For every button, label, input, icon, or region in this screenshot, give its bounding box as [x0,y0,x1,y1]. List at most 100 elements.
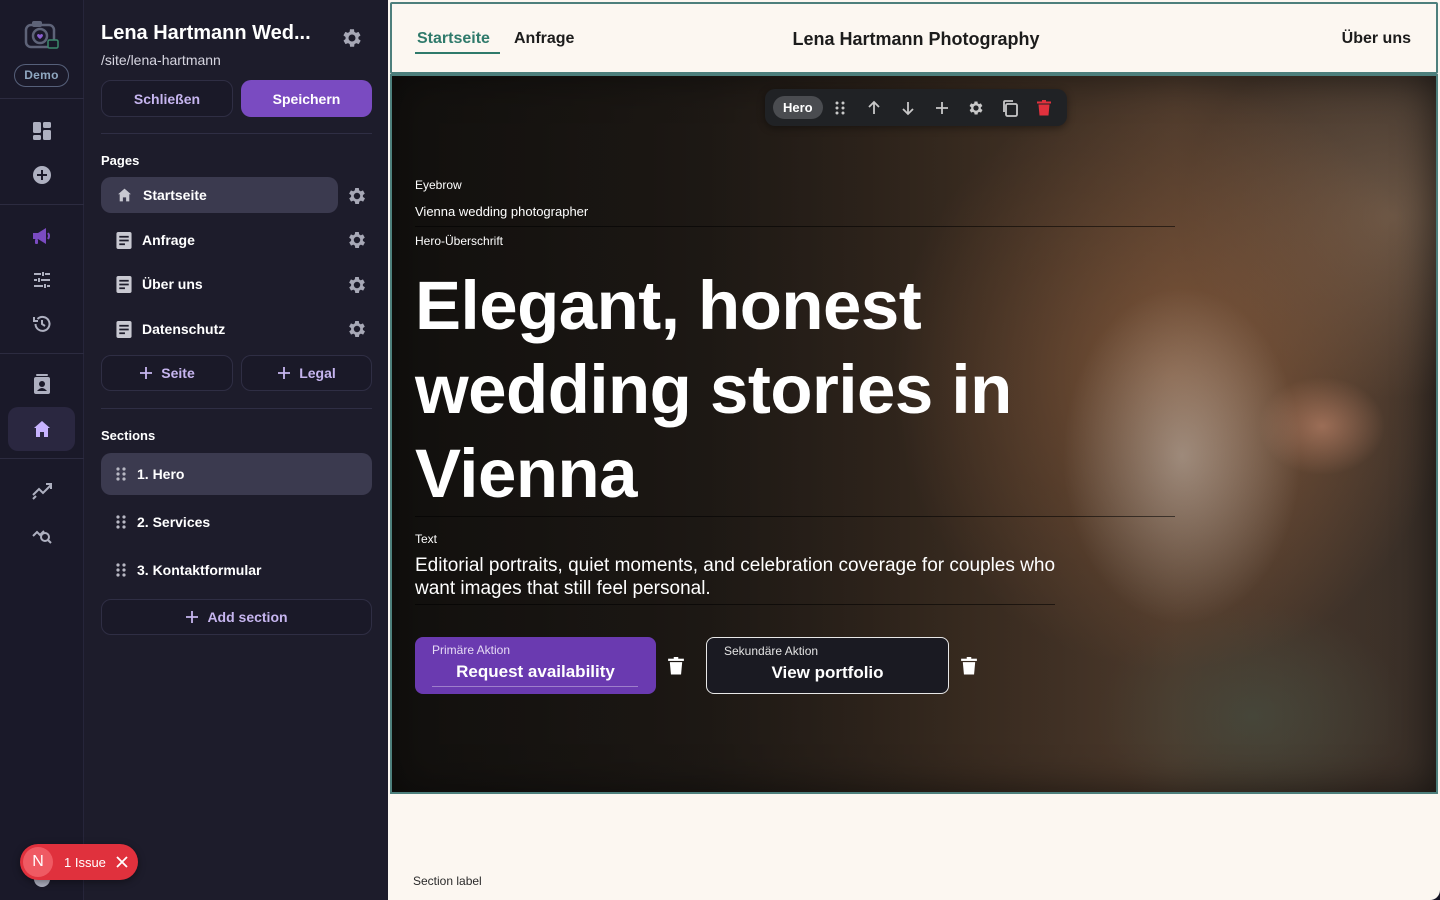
rail-divider [0,353,84,354]
app-rail: Demo [0,0,84,900]
contact-card-icon [34,374,50,394]
drag-handle-icon[interactable] [115,514,127,530]
page-item-ueber-uns[interactable]: Über uns [101,266,338,302]
rail-seo[interactable] [27,519,57,549]
rail-marketing[interactable] [27,221,57,251]
section-toolbar: Hero [765,89,1067,126]
rail-analytics[interactable] [27,475,57,505]
save-button[interactable]: Speichern [241,80,372,117]
history-icon [33,315,51,332]
nav-link-ueber-uns[interactable]: Über uns [1342,30,1411,48]
move-down-button[interactable] [891,89,925,126]
duplicate-section-button[interactable] [993,89,1027,126]
primary-cta-field-label: Primäre Aktion [432,643,511,657]
page-item-label: Datenschutz [142,321,226,337]
sidebar-divider [101,133,372,134]
hero-section[interactable]: Hero Eyebrow Vienna wedding photographer… [390,74,1438,794]
delete-section-button[interactable] [1027,89,1061,126]
add-legal-label: Legal [299,365,336,381]
issue-count: 1 Issue [64,854,106,870]
primary-cta-label[interactable]: Request availability [415,662,656,682]
add-block-button[interactable] [925,89,959,126]
pages-heading: Pages [101,153,140,168]
document-icon [116,231,132,249]
rail-divider [0,204,84,205]
page-settings-gear-icon[interactable] [346,274,368,296]
section-item-label: 2. Services [137,514,211,530]
section-item-label: 1. Hero [137,466,185,482]
headline-field-label: Hero-Überschrift [415,234,504,248]
add-circle-icon [33,166,51,184]
page-settings-gear-icon[interactable] [346,185,368,207]
trash-icon[interactable] [668,657,684,675]
brand-name[interactable]: Lena Hartmann Photography [392,29,1440,50]
plus-icon [140,367,153,379]
section-item-label: 3. Kontaktformular [137,562,262,578]
editor-sidebar: Lena Hartmann Wed... /site/lena-hartmann… [84,0,388,900]
rail-add[interactable] [27,160,57,190]
move-up-button[interactable] [857,89,891,126]
hero-body-text[interactable]: Editorial portraits, quiet moments, and … [415,554,1075,600]
plus-icon [935,101,948,114]
home-icon [118,188,131,202]
add-page-label: Seite [161,365,195,381]
secondary-cta-field-label: Sekundäre Aktion [724,644,819,658]
trash-icon[interactable] [961,657,977,675]
issue-avatar: N [23,847,53,877]
drag-handle-icon[interactable] [115,562,127,578]
secondary-cta-label[interactable]: View portfolio [707,663,948,683]
rail-dashboard[interactable] [27,116,57,146]
rail-history[interactable] [27,309,57,339]
rail-settings-sliders[interactable] [27,265,57,295]
plus-icon [278,367,291,379]
section-type-badge: Hero [773,96,823,119]
page-item-label: Anfrage [142,232,195,248]
add-section-button[interactable]: Add section [101,599,372,635]
eyebrow-field-label: Eyebrow [415,178,462,192]
arrow-down-icon [901,101,914,115]
gear-icon [969,100,983,115]
preview-navbar[interactable]: Startseite Anfrage Lena Hartmann Photogr… [390,2,1438,74]
secondary-cta-button[interactable]: Sekundäre Aktion View portfolio [706,637,949,694]
megaphone-icon [33,228,50,244]
plus-icon [186,611,199,623]
add-page-button[interactable]: Seite [101,355,233,391]
drag-section-button[interactable] [823,89,857,126]
rail-contacts[interactable] [27,370,57,400]
page-item-label: Über uns [142,276,203,292]
primary-cta-button[interactable]: Primäre Aktion Request availability [415,637,656,694]
field-divider [415,604,1055,605]
trash-icon [1036,99,1051,115]
issue-indicator[interactable]: N 1 Issue [20,844,138,880]
close-icon[interactable] [115,855,129,869]
page-item-anfrage[interactable]: Anfrage [101,222,338,258]
demo-badge: Demo [14,64,69,87]
camera-logo-icon[interactable] [22,18,60,52]
add-legal-page-button[interactable]: Legal [241,355,372,391]
drag-handle-icon [835,101,845,114]
document-icon [116,320,132,338]
section-item-hero[interactable]: 1. Hero [101,453,372,495]
search-analytics-icon [32,530,52,544]
drag-handle-icon[interactable] [115,466,127,482]
site-title: Lena Hartmann Wed... [101,22,311,44]
section-item-services[interactable]: 2. Services [101,501,372,543]
section-item-kontaktformular[interactable]: 3. Kontaktformular [101,549,372,591]
close-button[interactable]: Schließen [101,80,233,117]
home-icon [34,421,50,437]
site-settings-gear-icon[interactable] [340,26,364,50]
site-path: /site/lena-hartmann [101,52,221,68]
page-settings-gear-icon[interactable] [346,229,368,251]
next-section-label[interactable]: Section label [413,874,482,888]
rail-site-editor[interactable] [27,414,57,444]
nav-active-underline [415,52,500,54]
analytics-icon [32,483,52,500]
page-item-startseite[interactable]: Startseite [101,177,338,213]
dashboard-icon [33,122,51,140]
section-settings-button[interactable] [959,89,993,126]
hero-eyebrow[interactable]: Vienna wedding photographer [415,204,588,219]
hero-headline[interactable]: Elegant, honest wedding stories in Vienn… [415,264,1115,516]
page-settings-gear-icon[interactable] [346,318,368,340]
sections-heading: Sections [101,428,156,443]
page-item-datenschutz[interactable]: Datenschutz [101,311,338,347]
